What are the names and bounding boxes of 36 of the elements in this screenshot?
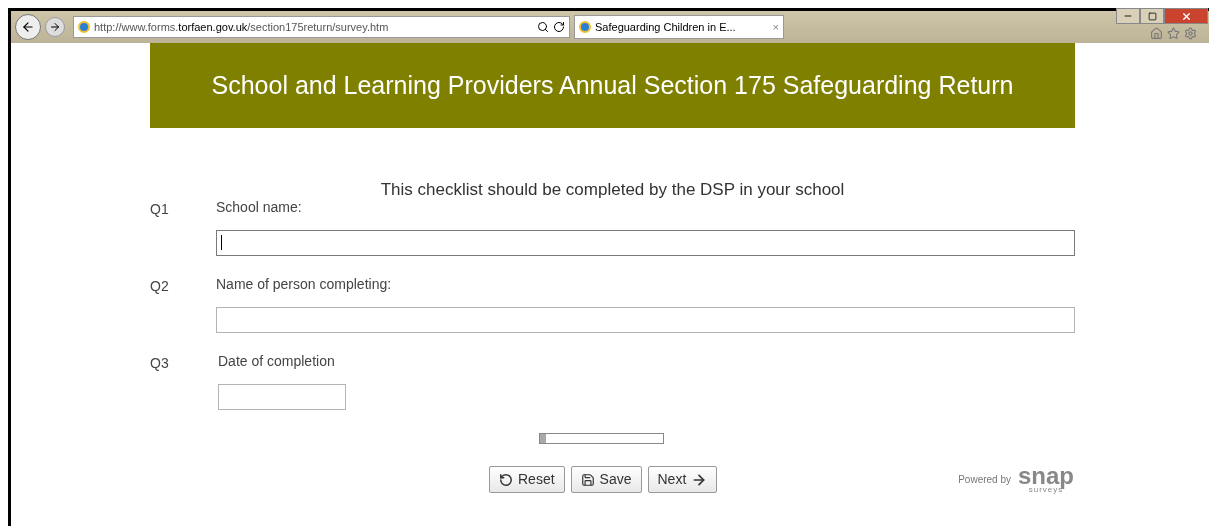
powered-by-text: Powered by xyxy=(958,473,1011,487)
question-label: Name of person completing: xyxy=(216,274,393,294)
question-label: Date of completion xyxy=(218,351,336,371)
tab-title: Safeguarding Children in E... xyxy=(595,19,736,35)
text-field[interactable] xyxy=(216,229,1075,256)
undo-icon xyxy=(499,472,513,487)
forward-arrow-icon xyxy=(49,21,61,33)
tab-close[interactable]: × xyxy=(772,18,779,36)
form-button[interactable]: Next xyxy=(647,466,718,493)
browser-tab[interactable]: Safeguarding Children in E... × xyxy=(574,15,784,39)
form-button[interactable]: Reset xyxy=(489,466,565,493)
question-number: Q3 xyxy=(150,353,170,373)
form-subtitle: This checklist should be completed by the DSP in your school xyxy=(379,179,846,201)
browser-logo-icon xyxy=(579,21,591,33)
question-number: Q2 xyxy=(150,276,170,296)
minimize-button[interactable] xyxy=(1116,8,1140,24)
restore-button[interactable] xyxy=(1140,8,1164,24)
settings-icon[interactable] xyxy=(1184,26,1197,40)
back-button[interactable] xyxy=(15,14,41,40)
address-bar[interactable]: http://www.forms.torfaen.gov.uk/section175return/survey.htm xyxy=(73,16,570,38)
close-icon xyxy=(1180,10,1192,22)
question-number: Q1 xyxy=(150,199,170,219)
search-icon[interactable] xyxy=(537,21,549,33)
text-field[interactable] xyxy=(218,383,346,410)
question-label: School name: xyxy=(216,197,303,217)
restore-icon xyxy=(1147,11,1157,21)
star-icon[interactable] xyxy=(1167,26,1180,40)
snap-logo: snap surveys xyxy=(1018,465,1074,494)
form-title: School and Learning Providers Annual Section 175 Safeguarding Return xyxy=(211,69,1014,101)
forward-button[interactable] xyxy=(45,17,65,37)
refresh-icon[interactable] xyxy=(553,21,565,33)
browser-logo-icon xyxy=(78,21,90,33)
close-button[interactable] xyxy=(1164,8,1208,24)
form-button[interactable]: Save xyxy=(570,466,642,493)
home-icon[interactable] xyxy=(1150,26,1163,40)
text-field[interactable] xyxy=(216,306,1075,333)
